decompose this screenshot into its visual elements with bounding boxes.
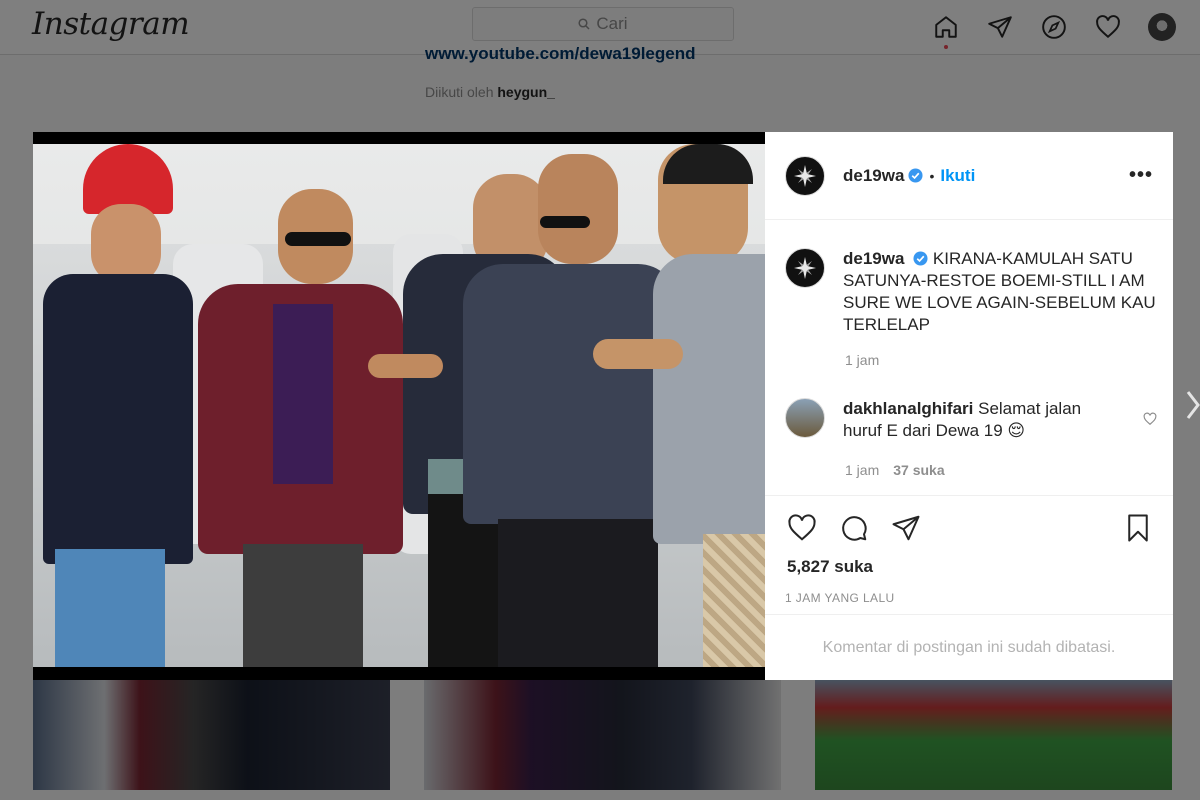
comment-meta: 1 jam 37 suka: [845, 462, 945, 478]
more-options-icon[interactable]: •••: [1129, 164, 1153, 187]
verified-badge-icon: [913, 251, 928, 266]
separator-dot: •: [929, 167, 935, 184]
likes-count[interactable]: 5,827 suka: [787, 557, 873, 577]
caption: de19wa KIRANA-KAMULAH SATU SATUNYA-RESTO…: [785, 248, 1165, 336]
author-username[interactable]: de19wa: [843, 166, 904, 186]
caption-time: 1 jam: [845, 352, 880, 368]
caption-author-avatar[interactable]: [785, 248, 825, 288]
like-heart-icon[interactable]: [787, 513, 817, 548]
save-bookmark-icon[interactable]: [1123, 513, 1153, 548]
commenter-avatar[interactable]: [785, 398, 825, 438]
post-modal: de19wa • Ikuti ••• de19wa KIRANA-KAMULAH…: [33, 132, 1173, 680]
comment-item: dakhlanalghifari Selamat jalan huruf E d…: [785, 398, 1165, 442]
author-avatar[interactable]: [785, 155, 825, 196]
post-actions: [787, 513, 921, 548]
verified-badge-icon: [908, 168, 923, 183]
post-photo: [33, 144, 765, 667]
comments-limited-notice: Komentar di postingan ini sudah dibatasi…: [765, 614, 1173, 680]
commenter-username[interactable]: dakhlanalghifari: [843, 399, 973, 418]
dewa19-logo-icon: [794, 257, 816, 279]
divider: [765, 495, 1173, 496]
comment-time: 1 jam: [845, 462, 880, 478]
follow-button[interactable]: Ikuti: [940, 166, 975, 186]
caption-username[interactable]: de19wa: [843, 249, 904, 268]
post-header: de19wa • Ikuti •••: [765, 132, 1173, 220]
share-icon[interactable]: [891, 513, 921, 548]
post-media[interactable]: [33, 132, 765, 680]
comment-bubble-icon[interactable]: [839, 513, 869, 548]
comment-like-heart-icon[interactable]: [1143, 412, 1157, 431]
comment-likes[interactable]: 37 suka: [893, 462, 944, 478]
dewa19-logo-icon: [794, 164, 816, 187]
post-timestamp: 1 JAM YANG LALU: [785, 591, 895, 605]
next-post-chevron-icon[interactable]: [1180, 385, 1200, 425]
post-sidebar: de19wa • Ikuti ••• de19wa KIRANA-KAMULAH…: [765, 132, 1173, 680]
